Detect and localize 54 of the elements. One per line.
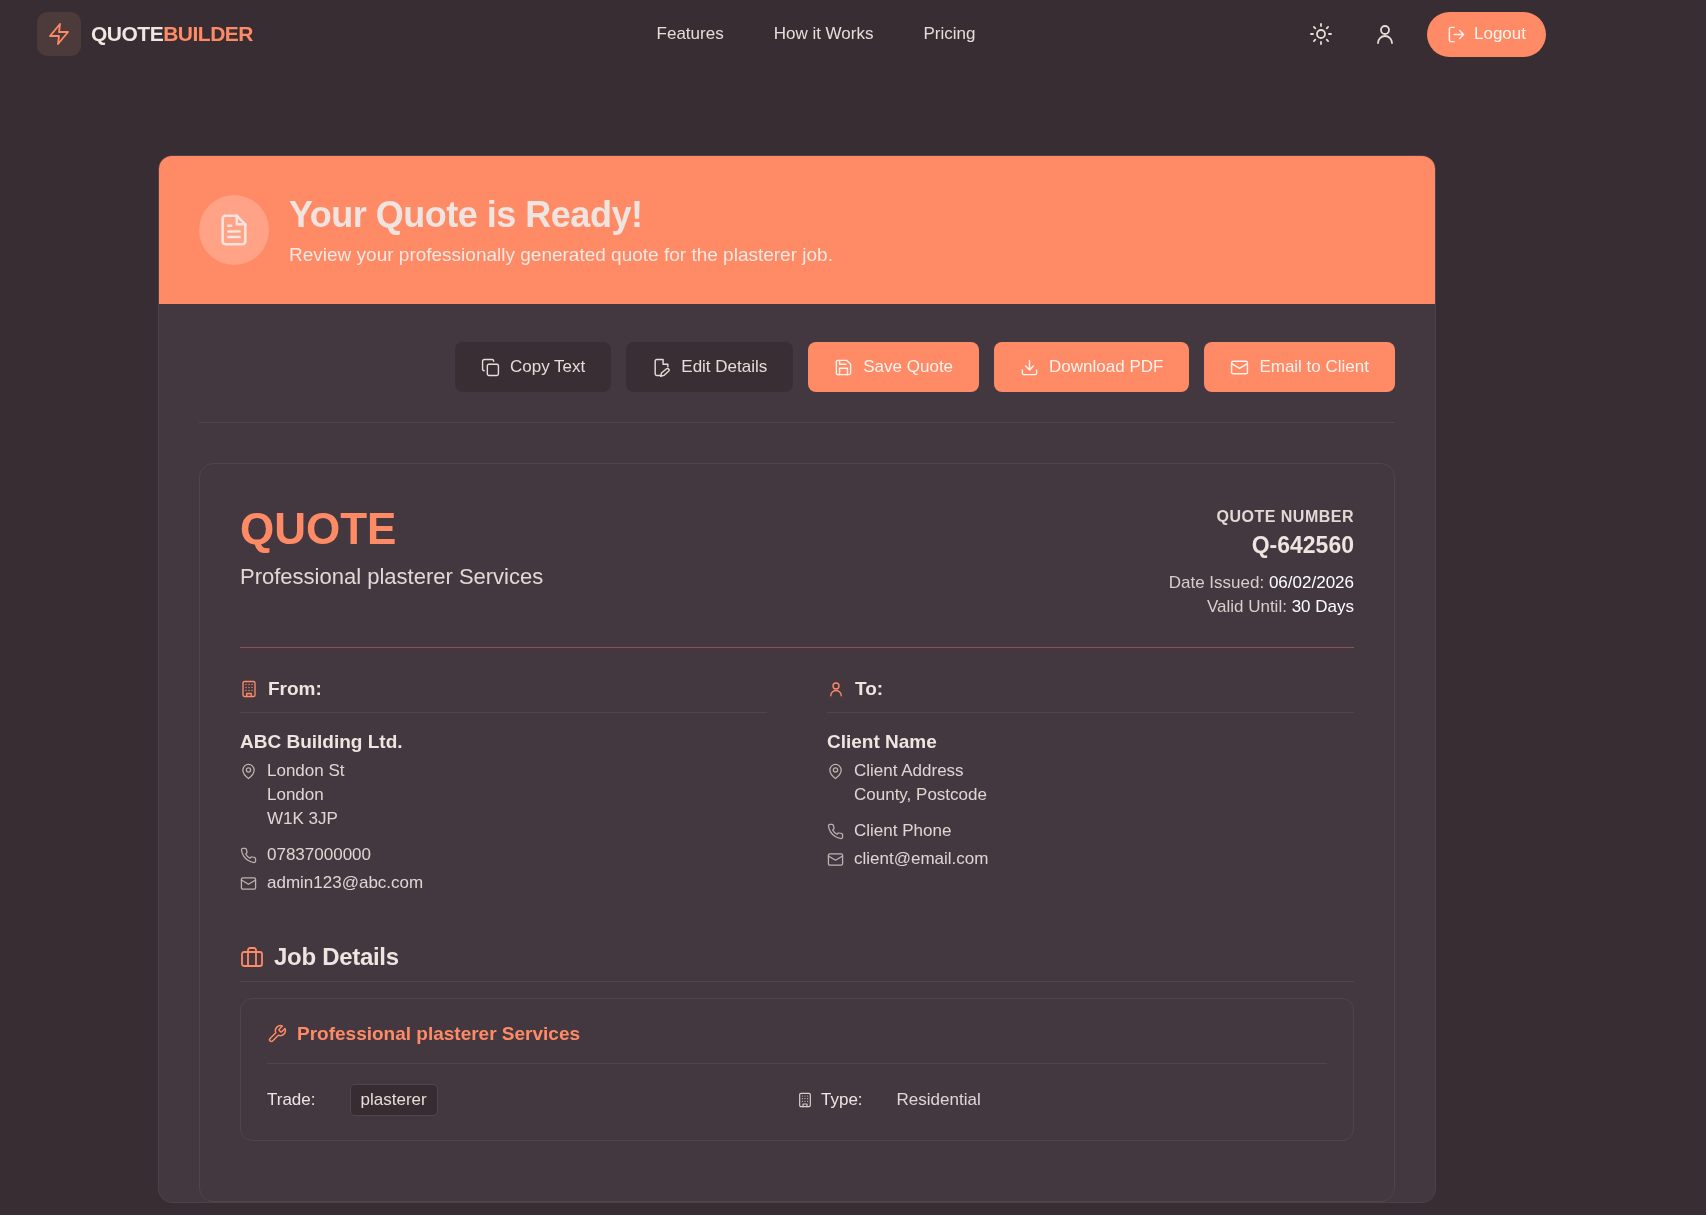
map-pin-icon [827,763,844,780]
address-line: Client Address [854,761,965,781]
building-icon [240,680,258,698]
wrench-icon [267,1024,287,1044]
brand-name: QUOTEBUILDER [91,22,253,46]
copy-icon [481,357,500,377]
logout-icon [1447,24,1466,44]
mail-icon [827,851,844,868]
service-title: Professional plasterer Services [297,1023,581,1045]
trade-tag: plasterer [349,1084,438,1116]
section-heading: Job Details [274,943,399,971]
address-line: London St [267,761,345,781]
address-line: County, Postcode [854,785,987,805]
nav-link[interactable]: Pricing [923,24,976,44]
sun-icon [1309,22,1333,46]
email-address: admin123@abc.com [267,873,424,893]
phone-number: Client Phone [854,821,952,841]
nav-link[interactable]: How it Works [773,24,874,44]
mail-icon [1230,357,1250,377]
briefcase-icon [240,945,264,969]
field-label: Trade: [267,1090,316,1110]
action-button[interactable]: Edit Details [626,342,794,392]
user-icon [827,680,845,698]
nav-link[interactable]: Features [656,24,724,44]
action-button[interactable]: Copy Text [455,342,612,392]
building-icon [797,1092,813,1108]
section-heading: To: [855,678,884,700]
mail-icon [240,875,257,892]
file-pen-icon [652,357,672,377]
address-line: London [267,785,325,805]
field-label: Type: [821,1090,863,1110]
banner-title: Your Quote is Ready! [289,194,644,236]
logo-badge[interactable] [37,12,81,56]
phone-number: 07837000000 [267,845,371,865]
section-heading: From: [268,678,322,700]
quote-number: Q-642560 [1250,532,1354,559]
party-name: Client Name [827,731,938,753]
download-icon [1020,357,1040,377]
date-issued: Date Issued: 06/02/2026 [1168,573,1354,593]
phone-icon [240,847,257,864]
field-value: Residential [896,1090,981,1110]
address-line: W1K 3JP [267,809,339,829]
save-icon [834,357,854,377]
lightning-icon [47,22,71,46]
email-address: client@email.com [854,849,989,869]
valid-until: Valid Until: 30 Days [1205,597,1354,617]
party-name: ABC Building Ltd. [240,731,404,753]
phone-icon [827,823,844,840]
quote-number-label: QUOTE NUMBER [1215,508,1354,526]
theme-toggle[interactable] [1309,22,1333,46]
quote-heading: QUOTE [240,504,398,554]
quote-subtitle: Professional plasterer Services [240,564,544,590]
map-pin-icon [240,763,257,780]
banner-subtitle: Review your professionally generated quote for the plasterer job. [289,244,833,266]
